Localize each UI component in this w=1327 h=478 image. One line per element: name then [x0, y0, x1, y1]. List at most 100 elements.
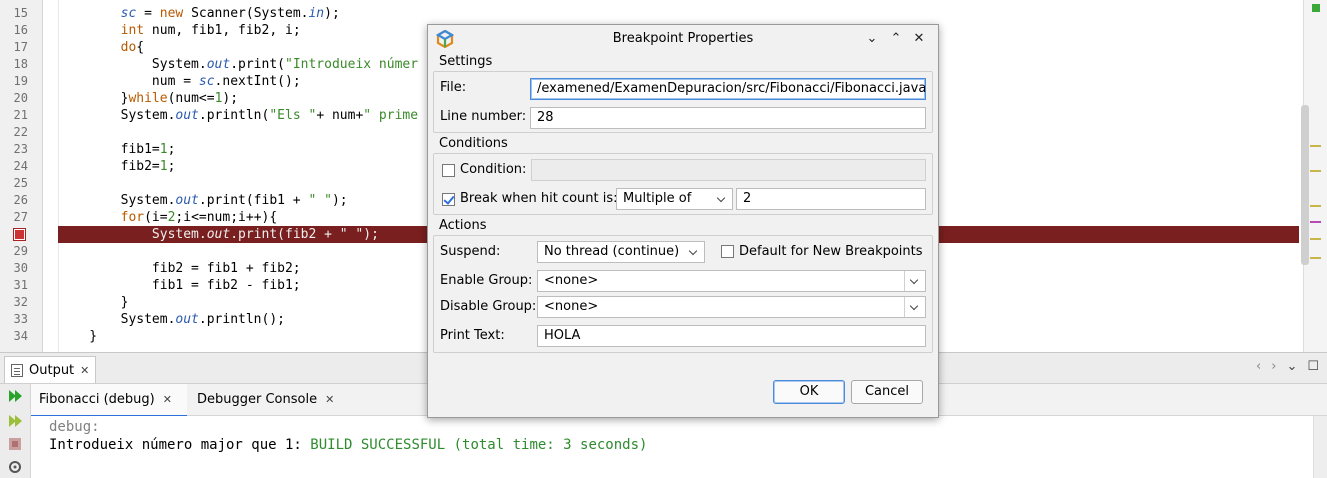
default-breakpoints-checkbox[interactable] [721, 245, 734, 258]
condition-checkbox[interactable] [442, 164, 455, 177]
line-number[interactable]: 29 [0, 243, 28, 260]
code-token: out [175, 312, 199, 327]
code-token: } [58, 295, 129, 310]
stop-icon[interactable] [7, 436, 23, 452]
output-doc-icon [11, 363, 23, 377]
line-number[interactable]: 26 [0, 192, 28, 209]
console-line: debug: [49, 419, 100, 435]
code-token: "Els " [269, 108, 317, 123]
tab-debugger-console[interactable]: Debugger Console ✕ [197, 384, 334, 415]
code-token: ); [363, 227, 379, 242]
code-token: num, fib1, fib2, i; [144, 23, 301, 38]
chevron-down-icon[interactable] [684, 242, 704, 262]
line-number[interactable]: 27 [0, 209, 28, 226]
condition-field[interactable] [531, 159, 926, 181]
line-number[interactable]: 23 [0, 141, 28, 158]
code-token: out [175, 193, 199, 208]
chevron-down-icon[interactable] [904, 271, 925, 291]
code-token: + num+ [316, 108, 364, 123]
default-breakpoints-label: Default for New Breakpoints [739, 244, 923, 259]
chevron-down-icon[interactable] [712, 189, 732, 209]
code-token: fib2 = fib1 + fib2; [58, 261, 301, 276]
code-token: out [175, 108, 199, 123]
code-token: fib2= [58, 159, 160, 174]
code-token: } [58, 329, 98, 344]
disable-group-combo[interactable]: <none> [537, 296, 926, 318]
output-window-tab[interactable]: Output ✕ [4, 356, 97, 383]
chevron-down-icon[interactable] [904, 297, 925, 317]
chevron-down-icon[interactable]: ⌄ [862, 29, 882, 49]
settings-icon[interactable] [7, 459, 23, 475]
line-number[interactable]: 30 [0, 260, 28, 277]
rerun-debug-icon[interactable] [7, 413, 23, 429]
hit-count-label: Break when hit count is: [460, 191, 618, 206]
close-icon[interactable]: ✕ [80, 364, 89, 377]
line-number[interactable]: 25 [0, 175, 28, 192]
tab-fibonacci-debug[interactable]: Fibonacci (debug) ✕ [31, 384, 187, 417]
line-number[interactable]: 15 [0, 5, 28, 22]
annotation-mark[interactable] [1310, 145, 1321, 147]
console-output[interactable]: debug: Introdueix número major que 1: BU… [31, 416, 1313, 478]
line-number[interactable]: 19 [0, 73, 28, 90]
code-token: .print(fib1 + [198, 193, 309, 208]
chevron-left-icon[interactable]: ‹ [1256, 359, 1261, 374]
console-scrollbar[interactable] [1313, 416, 1327, 478]
tab-label: Debugger Console [197, 392, 318, 407]
enable-group-label: Enable Group: [440, 273, 533, 288]
close-icon[interactable]: ✕ [325, 393, 334, 406]
chevron-down-icon[interactable]: ⌄ [1286, 359, 1297, 374]
print-text-field[interactable]: HOLA [537, 325, 926, 347]
output-toolbar [0, 384, 31, 478]
breakpoint-icon[interactable] [14, 229, 25, 240]
file-field[interactable]: /examened/ExamenDepuracion/src/Fibonacci… [530, 78, 926, 100]
ok-button[interactable]: OK [773, 380, 845, 404]
line-number[interactable]: 21 [0, 107, 28, 124]
dialog-titlebar[interactable]: Breakpoint Properties ⌄ ⌃ ✕ [428, 25, 938, 54]
hit-count-mode-select[interactable]: Multiple of [616, 188, 733, 210]
close-icon[interactable]: ✕ [163, 393, 172, 406]
annotation-mark[interactable] [1310, 205, 1321, 207]
code-token: out [206, 57, 231, 72]
maximize-icon[interactable]: ☐ [1307, 359, 1319, 374]
annotation-mark[interactable] [1310, 170, 1321, 172]
enable-group-combo[interactable]: <none> [537, 270, 926, 292]
suspend-label: Suspend: [440, 244, 501, 259]
line-number[interactable]: 17 [0, 39, 28, 56]
condition-label: Condition: [460, 162, 527, 177]
code-token: " " [308, 193, 332, 208]
code-token: sc [120, 6, 137, 21]
line-number[interactable]: 24 [0, 158, 28, 175]
line-number-gutter[interactable]: 15 16 17 18 19 20 21 22 23 24 25 26 27 29 30 31 32 33 34 [0, 0, 43, 352]
editor-scrollbar[interactable] [1301, 105, 1309, 265]
annotation-mark[interactable] [1310, 238, 1321, 240]
close-icon[interactable]: ✕ [909, 29, 929, 49]
code-token: { [136, 40, 145, 55]
chevron-up-icon[interactable]: ⌃ [886, 29, 906, 49]
code-line[interactable]: sc = new Scanner(System.in); [58, 5, 1299, 22]
hit-count-field[interactable]: 2 [736, 188, 926, 210]
code-token: " prime [363, 108, 419, 123]
line-number[interactable]: 22 [0, 124, 28, 141]
line-number[interactable]: 20 [0, 90, 28, 107]
no-errors-icon [1312, 4, 1320, 12]
chevron-right-icon[interactable]: › [1271, 359, 1276, 374]
code-token: System. [58, 312, 176, 327]
line-number[interactable]: 18 [0, 56, 28, 73]
code-token: int [120, 23, 145, 38]
cancel-button[interactable]: Cancel [851, 380, 923, 404]
annotation-mark[interactable] [1310, 257, 1321, 259]
code-token: in [308, 6, 325, 21]
breakpoint-mark[interactable] [1310, 221, 1321, 223]
code-token: = [136, 6, 160, 21]
line-number[interactable]: 32 [0, 294, 28, 311]
line-number[interactable]: 34 [0, 328, 28, 345]
line-number[interactable]: 16 [0, 22, 28, 39]
code-token: ;i<=num;i++){ [175, 210, 278, 225]
line-number[interactable]: 33 [0, 311, 28, 328]
rerun-icon[interactable] [7, 388, 23, 404]
conditions-group: Condition: Break when hit count is: Mult… [433, 153, 933, 215]
line-number[interactable]: 31 [0, 277, 28, 294]
hit-count-checkbox[interactable] [442, 193, 455, 206]
line-number-field[interactable]: 28 [530, 107, 926, 129]
suspend-select[interactable]: No thread (continue) [537, 241, 705, 263]
